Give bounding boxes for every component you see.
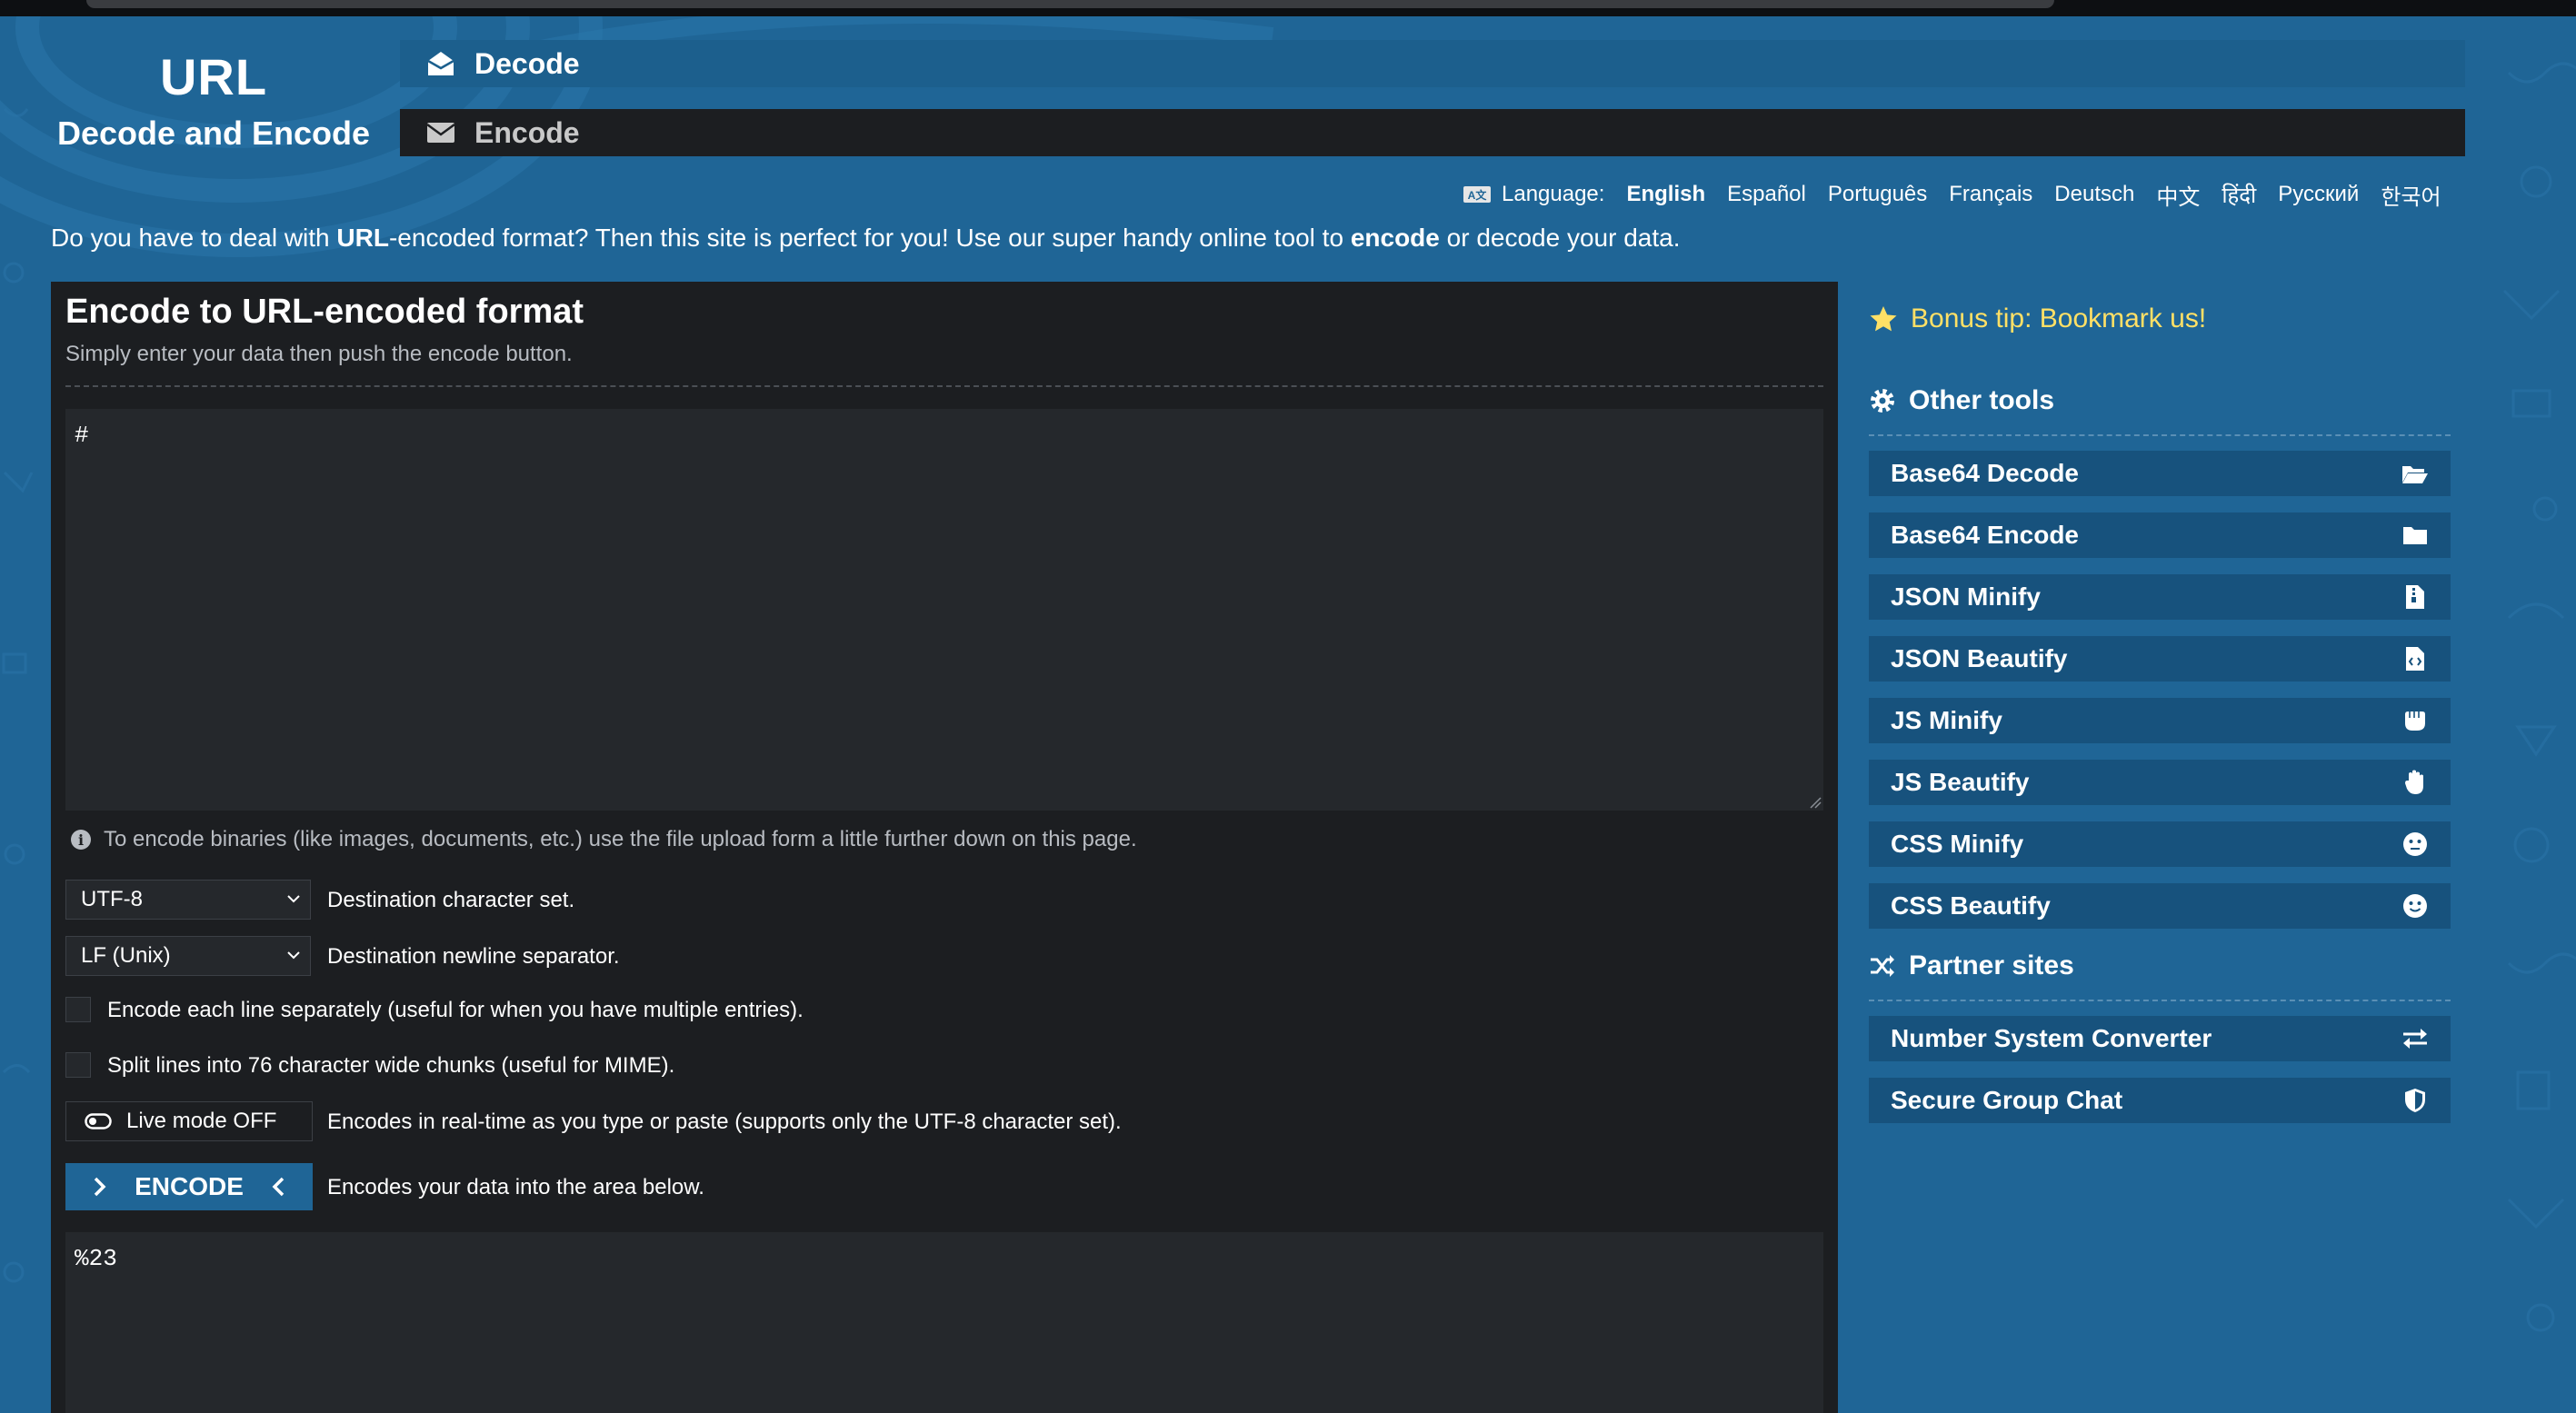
encode-button-label: ENCODE xyxy=(135,1172,244,1200)
tool-label: JS Beautify xyxy=(1891,768,2030,796)
browser-top-strip xyxy=(0,0,2576,16)
tool-label: JSON Beautify xyxy=(1891,644,2068,672)
bonus-tip-text: Bonus tip: Bookmark us! xyxy=(1911,303,2207,333)
shield-icon xyxy=(2401,1087,2429,1114)
face-meh-icon xyxy=(2401,831,2429,858)
tab-encode-label: Encode xyxy=(474,115,580,149)
encode-each-line-label[interactable]: Encode each line separately (useful for … xyxy=(107,998,804,1023)
tool-base64-decode[interactable]: Base64 Decode xyxy=(1869,451,2451,496)
tool-css-beautify[interactable]: CSS Beautify xyxy=(1869,883,2451,929)
partner-secure-group-chat[interactable]: Secure Group Chat xyxy=(1869,1078,2451,1123)
resize-grip-icon[interactable] xyxy=(1809,796,1822,809)
tool-label: CSS Minify xyxy=(1891,830,2024,858)
live-mode-toggle[interactable]: Live mode OFF xyxy=(65,1101,313,1141)
folder-open-icon xyxy=(2401,460,2429,487)
gear-icon xyxy=(1871,389,1894,413)
charset-select[interactable]: UTF-8 xyxy=(65,880,311,920)
star-icon xyxy=(1870,306,1897,332)
tool-label: Base64 Encode xyxy=(1891,521,2079,549)
split-lines-label[interactable]: Split lines into 76 character wide chunk… xyxy=(107,1053,674,1079)
toggle-off-icon xyxy=(85,1113,112,1129)
encode-description: Encodes your data into the area below. xyxy=(327,1175,704,1199)
newline-select[interactable]: LF (Unix) xyxy=(65,936,311,976)
language-option-deutsch[interactable]: Deutsch xyxy=(2054,182,2134,207)
partner-number-system-converter[interactable]: Number System Converter xyxy=(1869,1016,2451,1061)
other-tools-divider xyxy=(1869,434,2451,436)
partner-label: Secure Group Chat xyxy=(1891,1086,2123,1114)
other-tools-heading: Other tools xyxy=(1869,385,2054,416)
scroll-indicator xyxy=(86,0,2054,8)
intro-text: Do you have to deal with URL-encoded for… xyxy=(51,224,1680,253)
tool-js-beautify[interactable]: JS Beautify xyxy=(1869,760,2451,805)
tab-encode[interactable]: Encode xyxy=(400,109,2465,156)
file-code-icon xyxy=(2401,645,2429,672)
language-option-russian[interactable]: Русский xyxy=(2278,182,2359,207)
tool-json-beautify[interactable]: JSON Beautify xyxy=(1869,636,2451,682)
chevron-down-icon xyxy=(287,951,300,960)
live-mode-label: Live mode OFF xyxy=(126,1109,277,1133)
panel-divider xyxy=(65,385,1823,387)
live-mode-description: Encodes in real-time as you type or past… xyxy=(327,1110,1122,1134)
binary-note: i To encode binaries (like images, docum… xyxy=(71,827,1137,852)
language-bar: A文 Language: English Español Português F… xyxy=(1463,178,2441,211)
partner-sites-heading: Partner sites xyxy=(1869,950,2074,981)
newline-select-value: LF (Unix) xyxy=(81,943,171,968)
charset-select-value: UTF-8 xyxy=(81,887,143,911)
file-zipper-icon xyxy=(2401,583,2429,611)
encode-button[interactable]: ENCODE xyxy=(65,1163,313,1210)
newline-label: Destination newline separator. xyxy=(327,944,620,969)
tool-base64-encode[interactable]: Base64 Encode xyxy=(1869,512,2451,558)
envelope-icon xyxy=(425,119,456,146)
language-icon: A文 xyxy=(1463,186,1491,203)
arrows-exchange-icon xyxy=(2401,1025,2429,1052)
partner-sites-divider xyxy=(1869,1000,2451,1001)
language-option-hindi[interactable]: हिंदी xyxy=(2222,180,2256,210)
hand-icon xyxy=(2401,769,2429,796)
language-option-korean[interactable]: 한국어 xyxy=(2381,179,2441,211)
envelope-open-icon xyxy=(425,50,456,77)
output-textarea[interactable]: %23 xyxy=(65,1232,1823,1413)
encode-each-line-checkbox[interactable] xyxy=(65,997,91,1022)
chevron-down-icon xyxy=(287,895,300,903)
charset-label: Destination character set. xyxy=(327,888,575,912)
partner-label: Number System Converter xyxy=(1891,1024,2212,1052)
bonus-tip[interactable]: Bonus tip: Bookmark us! xyxy=(1869,303,2206,334)
intro-part2: -encoded format? Then this site is perfe… xyxy=(388,224,1351,252)
language-prefix: Language: xyxy=(1502,182,1605,206)
tab-decode[interactable]: Decode xyxy=(400,40,2465,87)
tool-css-minify[interactable]: CSS Minify xyxy=(1869,821,2451,867)
hand-fist-icon xyxy=(2401,707,2429,734)
partner-sites-heading-text: Partner sites xyxy=(1909,950,2074,980)
tab-decode-label: Decode xyxy=(474,46,580,80)
panel-title: Encode to URL-encoded format xyxy=(65,293,584,331)
tool-label: Base64 Decode xyxy=(1891,459,2080,487)
face-smile-icon xyxy=(2401,892,2429,920)
chevron-right-icon xyxy=(94,1177,106,1197)
tool-label: JS Minify xyxy=(1891,706,2002,734)
info-icon: i xyxy=(71,830,91,850)
tool-js-minify[interactable]: JS Minify xyxy=(1869,698,2451,743)
tool-label: JSON Minify xyxy=(1891,582,2041,611)
intro-part1: Do you have to deal with xyxy=(51,224,337,252)
input-textarea[interactable]: # xyxy=(65,409,1823,811)
language-option-portugues[interactable]: Português xyxy=(1828,182,1927,207)
folder-icon xyxy=(2401,522,2429,549)
chevron-left-icon xyxy=(272,1177,285,1197)
language-option-francais[interactable]: Français xyxy=(1949,182,2032,207)
logo-title[interactable]: URL xyxy=(55,47,373,106)
tool-label: CSS Beautify xyxy=(1891,891,2051,920)
language-option-espanol[interactable]: Español xyxy=(1727,182,1806,207)
binary-note-text: To encode binaries (like images, documen… xyxy=(104,827,1137,851)
language-option-english[interactable]: English xyxy=(1626,182,1705,207)
logo-subtitle[interactable]: Decode and Encode xyxy=(55,114,373,153)
intro-bold-url: URL xyxy=(336,224,389,252)
panel-subtitle: Simply enter your data then push the enc… xyxy=(65,342,573,366)
other-tools-heading-text: Other tools xyxy=(1909,385,2055,415)
language-option-chinese[interactable]: 中文 xyxy=(2156,179,2200,211)
split-lines-checkbox[interactable] xyxy=(65,1052,91,1078)
intro-bold-encode: encode xyxy=(1350,224,1440,252)
tool-json-minify[interactable]: JSON Minify xyxy=(1869,574,2451,620)
intro-part3: or decode your data. xyxy=(1439,224,1681,252)
shuffle-icon xyxy=(1871,955,1894,977)
